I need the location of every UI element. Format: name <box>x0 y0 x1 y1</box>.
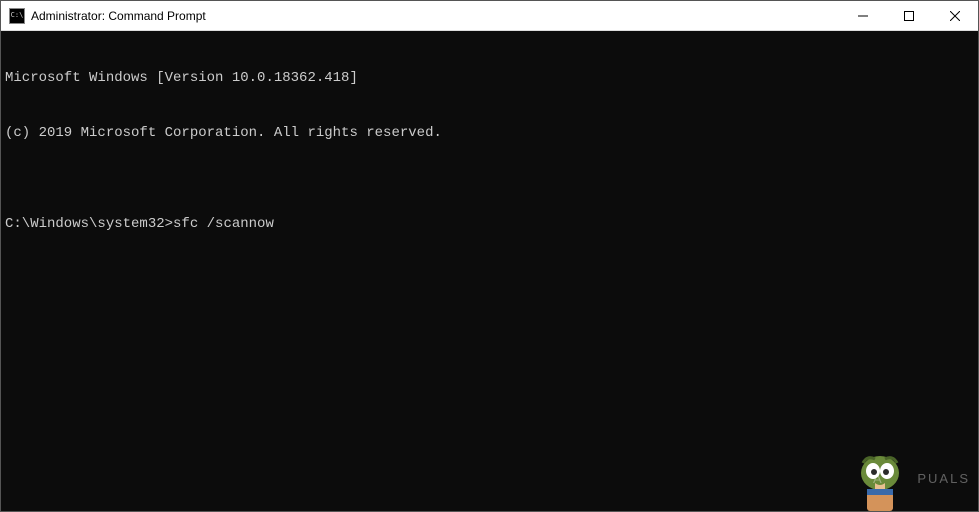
terminal-output-line: (c) 2019 Microsoft Corporation. All righ… <box>5 124 974 142</box>
terminal-prompt-line: C:\Windows\system32>sfc /scannow <box>5 215 974 233</box>
app-icon: C:\ <box>9 8 25 24</box>
window-controls <box>840 1 978 30</box>
watermark-text-left: A <box>873 471 884 486</box>
terminal-area[interactable]: Microsoft Windows [Version 10.0.18362.41… <box>1 31 978 511</box>
minimize-icon <box>858 11 868 21</box>
window-title: Administrator: Command Prompt <box>31 9 206 23</box>
terminal-prompt: C:\Windows\system32> <box>5 215 173 233</box>
minimize-button[interactable] <box>840 1 886 30</box>
app-icon-text: C:\ <box>11 12 24 19</box>
close-button[interactable] <box>932 1 978 30</box>
watermark: A PUALS <box>840 454 970 505</box>
terminal-output-line: Microsoft Windows [Version 10.0.18362.41… <box>5 69 974 87</box>
terminal-command: sfc /scannow <box>173 215 274 233</box>
maximize-button[interactable] <box>886 1 932 30</box>
titlebar[interactable]: C:\ Administrator: Command Prompt <box>1 1 978 31</box>
command-prompt-window: C:\ Administrator: Command Prompt <box>0 0 979 512</box>
maximize-icon <box>904 11 914 21</box>
mascot-image <box>853 451 908 511</box>
watermark-text-right: PUALS <box>917 471 970 486</box>
close-icon <box>950 11 960 21</box>
